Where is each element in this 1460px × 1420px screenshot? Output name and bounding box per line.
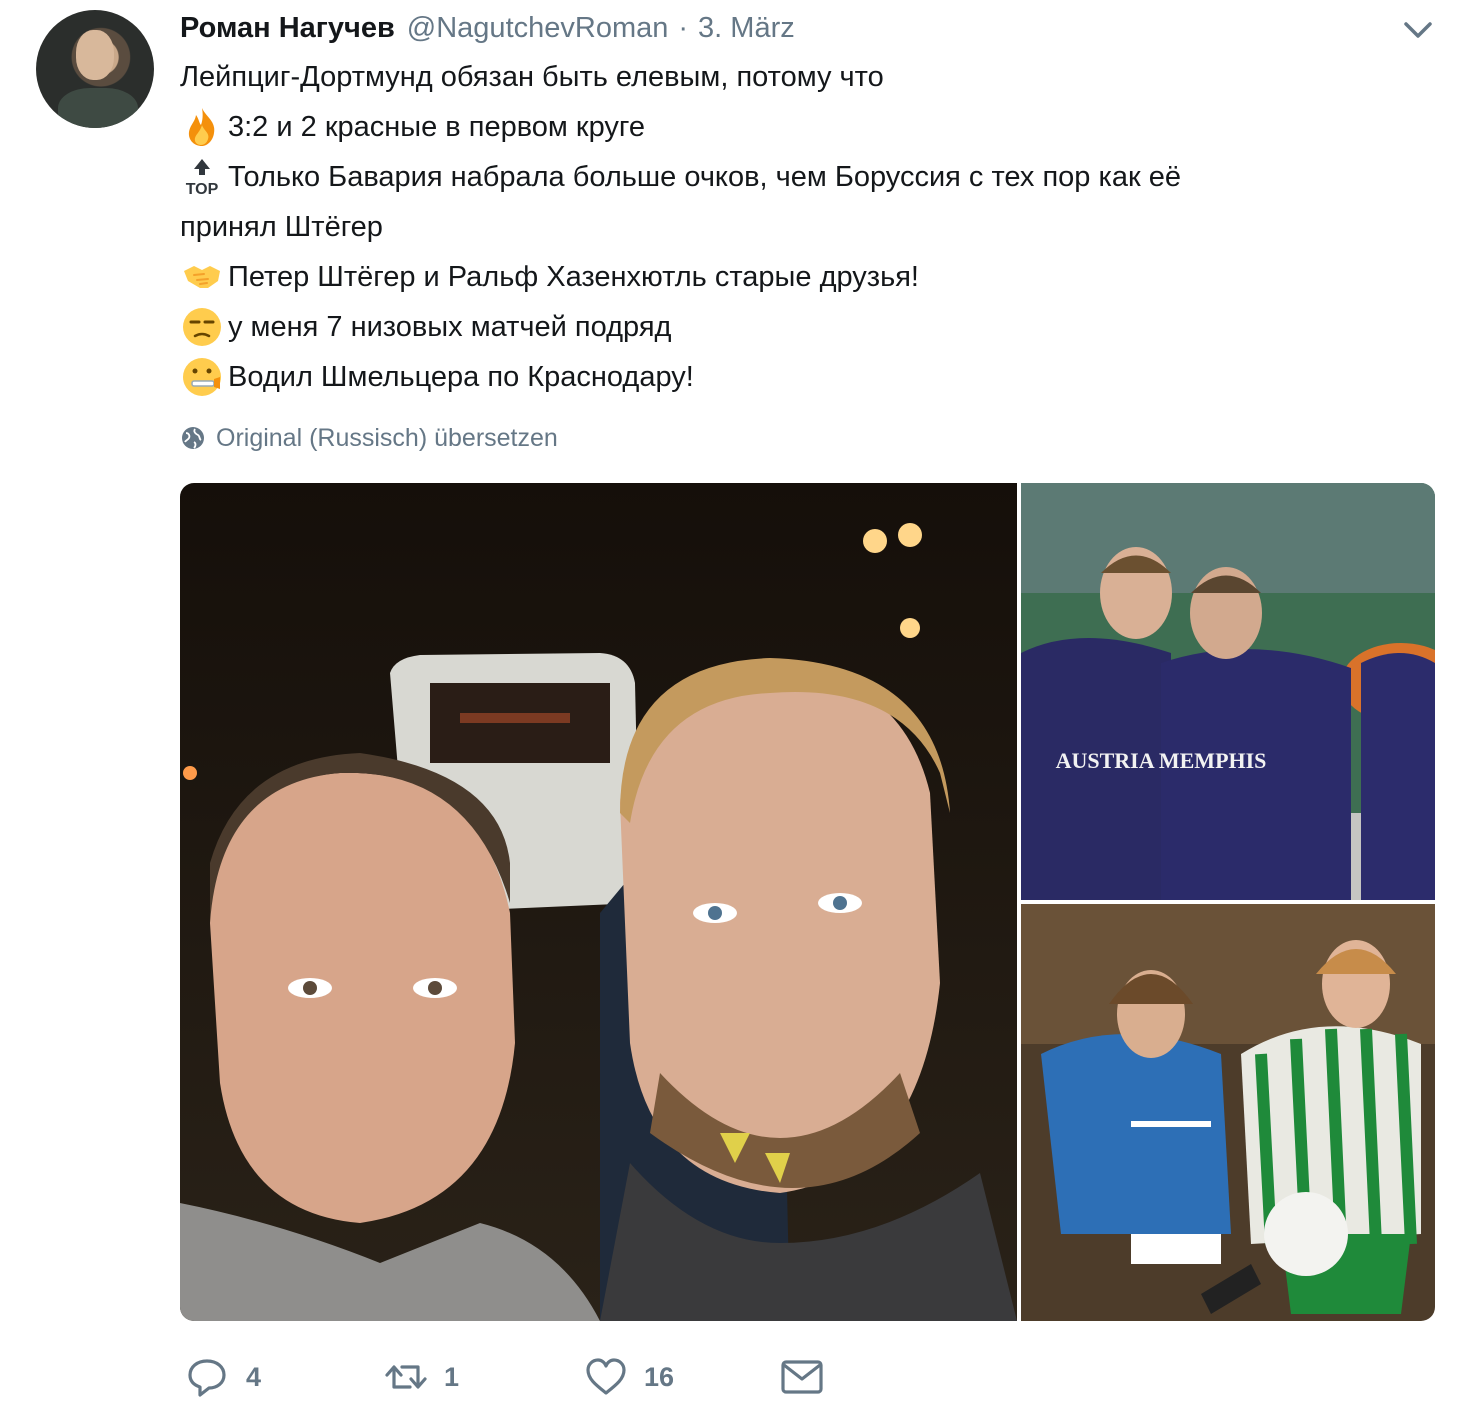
heart-icon [586, 1358, 626, 1395]
retweet-button[interactable]: 1 [384, 1350, 459, 1404]
reply-icon [188, 1359, 226, 1397]
zipper-face-emoji-icon [180, 355, 224, 399]
media-grid: AUSTRIA MEMPHIS [180, 483, 1435, 1321]
like-button[interactable]: 16 [584, 1350, 674, 1404]
selfie-photo[interactable] [180, 483, 1017, 1321]
more-options-chevron-icon[interactable] [1402, 16, 1434, 44]
unamused-face-emoji-icon [180, 305, 224, 349]
tweet-date[interactable]: 3. März [698, 12, 795, 45]
envelope-icon [781, 1360, 823, 1394]
tweet-line-6: у меня 7 низовых матчей подряд [180, 302, 1430, 352]
jersey-text: AUSTRIA MEMPHIS [1056, 748, 1267, 773]
retweet-icon [385, 1365, 427, 1389]
translate-label[interactable]: Original (Russisch) übersetzen [216, 424, 558, 453]
avatar[interactable] [36, 10, 154, 128]
tweet-line-5: Петер Штёгер и Ральф Хазенхютль старые д… [180, 252, 1430, 302]
tweet-line-text: Петер Штёгер и Ральф Хазенхютль старые д… [228, 261, 919, 293]
tweet: Роман Нагучев @NagutchevRoman · 3. März … [0, 0, 1460, 1420]
tweet-line-text: Водил Шмельцера по Краснодару! [228, 361, 694, 393]
globe-icon [182, 427, 204, 449]
header-separator: · [678, 11, 689, 44]
tweet-line-text: Лейпциг-Дортмунд обязан быть елевым, пот… [180, 61, 884, 93]
translate-link[interactable]: Original (Russisch) übersetzen [180, 418, 558, 458]
retweet-count: 1 [444, 1361, 460, 1392]
tweet-line-text: принял Штёгер [180, 211, 383, 243]
tweet-text: Лейпциг-Дортмунд обязан быть елевым, пот… [180, 52, 1430, 402]
reply-count: 4 [246, 1361, 262, 1392]
tweet-header: Роман Нагучев @NagutchevRoman · 3. März [180, 6, 795, 50]
author-handle[interactable]: @NagutchevRoman [407, 12, 669, 45]
fire-emoji-icon [180, 105, 224, 149]
match-action-photo[interactable] [1021, 904, 1435, 1321]
tweet-line-text: Только Бавария набрала больше очков, чем… [228, 161, 1181, 193]
tweet-line-3: TOP Только Бавария набрала больше очков,… [180, 152, 1430, 202]
tweet-actions: 4 1 16 [180, 1350, 880, 1404]
reply-button[interactable]: 4 [186, 1350, 261, 1404]
tweet-line-text: у меня 7 низовых матчей подряд [228, 311, 672, 343]
top-emoji-label: TOP [186, 181, 219, 198]
tweet-line-2: 3:2 и 2 красные в первом круге [180, 102, 1430, 152]
avatar-shirt [58, 88, 138, 128]
direct-message-button[interactable] [780, 1350, 840, 1404]
handshake-emoji-icon [180, 255, 224, 299]
avatar-face [76, 30, 114, 80]
author-name[interactable]: Роман Нагучев [180, 12, 395, 45]
tweet-line-4: принял Штёгер [180, 202, 1430, 252]
top-arrow-emoji-icon: TOP [180, 155, 224, 199]
tweet-line-7: Водил Шмельцера по Краснодару! [180, 352, 1430, 402]
tweet-line-1: Лейпциг-Дортмунд обязан быть елевым, пот… [180, 52, 1430, 102]
tweet-line-text: 3:2 и 2 красные в первом круге [228, 111, 645, 143]
austria-memphis-players-photo[interactable]: AUSTRIA MEMPHIS [1021, 483, 1435, 900]
like-count: 16 [644, 1361, 675, 1392]
